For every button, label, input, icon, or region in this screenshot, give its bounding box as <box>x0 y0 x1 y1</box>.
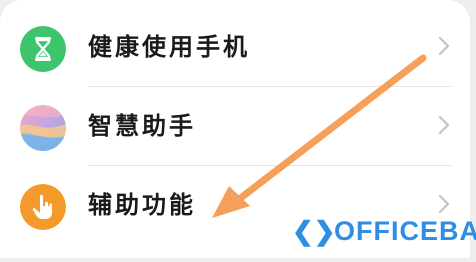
chevron-right-icon <box>438 194 450 214</box>
settings-item-digital-balance[interactable]: 健康使用手机 <box>0 8 470 86</box>
settings-list: 健康使用手机 智慧助手 辅助功能 <box>0 0 470 258</box>
smart-assistant-icon <box>20 105 66 151</box>
settings-item-accessibility[interactable]: 辅助功能 <box>0 166 470 244</box>
chevron-right-icon <box>438 36 450 56</box>
settings-item-smart-assistant[interactable]: 智慧助手 <box>0 87 470 165</box>
accessibility-hand-icon <box>20 184 66 230</box>
settings-item-label: 智慧助手 <box>88 112 196 140</box>
settings-item-label: 健康使用手机 <box>88 33 250 61</box>
settings-item-label: 辅助功能 <box>88 191 196 219</box>
chevron-right-icon <box>438 115 450 135</box>
hourglass-icon <box>20 26 66 72</box>
